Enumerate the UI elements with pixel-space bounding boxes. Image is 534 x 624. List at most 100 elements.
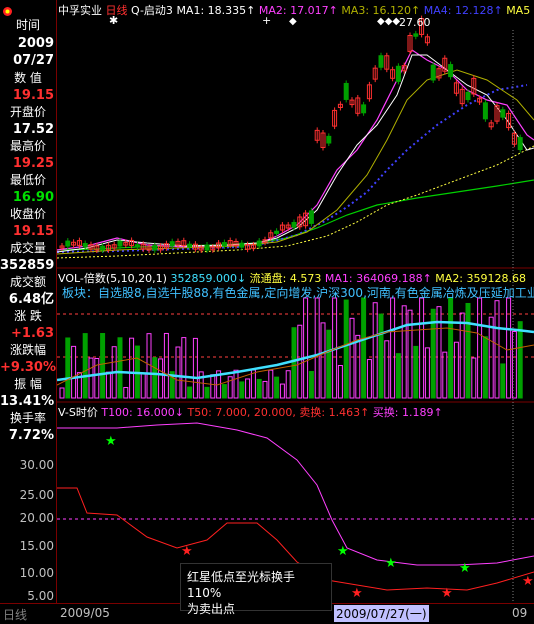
change-label: 涨 跌 — [14, 309, 42, 323]
volume-bar — [424, 347, 430, 399]
vol-indicator-name[interactable]: VOL-倍数(5,10,20,1) — [58, 272, 167, 285]
candle — [204, 244, 210, 251]
period-tab[interactable]: 日线 — [3, 606, 27, 623]
vs-indicator-name[interactable]: V-S时价 — [58, 406, 98, 419]
sector-board-text: 板块：自选股8,自选牛股88,有色金属,定向增发,沪深300,河南,有色金属冶炼… — [62, 286, 534, 300]
volume-bar — [198, 371, 204, 399]
volume-bar — [117, 337, 123, 399]
candle — [169, 241, 175, 247]
green-star-icon: ★ — [459, 561, 471, 576]
stock-name: 中孚实业 — [58, 4, 102, 17]
tooltip-line2: 为卖出点 — [187, 602, 236, 616]
axis-date-left: 2009/05 — [60, 606, 110, 620]
volume-bar — [285, 370, 291, 399]
red-star-icon: ★ — [522, 574, 534, 589]
volume-bar — [187, 386, 193, 399]
lotus-logo-icon[interactable] — [2, 2, 13, 16]
quote-info-panel: 时间 2009 07/27 数 值 19.15 开盘价 17.52 最高价 19… — [0, 0, 57, 447]
chart-canvas[interactable]: ✱ + ◆ ◆◆◆ 27.60 ★ ★ ★ ★ ★ ★ ★ ★ — [57, 0, 534, 603]
red-star-icon: ★ — [441, 586, 453, 601]
volume-bar — [448, 297, 454, 399]
red-star-icon: ★ — [181, 544, 193, 559]
volume-bar — [152, 357, 158, 399]
vol-ma2: MA2: 359128.68 — [435, 272, 526, 285]
turnover-value: 7.72% — [8, 428, 54, 443]
volume-bar — [349, 317, 355, 399]
volume-bar — [384, 340, 390, 399]
candle — [100, 245, 106, 251]
green-star-icon: ★ — [105, 434, 117, 449]
volume-bar — [511, 331, 517, 399]
vol-value: 352859.000↓ — [170, 272, 247, 285]
volume-value: 352859 — [0, 258, 55, 273]
volume-bar — [279, 383, 285, 399]
candle — [291, 221, 297, 228]
volume-bar — [488, 316, 494, 399]
candle — [308, 210, 314, 224]
volume-bar — [506, 297, 512, 399]
amplitude-value: 13.41% — [0, 394, 55, 409]
candle — [187, 243, 193, 248]
vs-tick: 20.00 — [19, 511, 54, 525]
volume-bar — [175, 346, 181, 399]
volume-bar — [355, 334, 361, 399]
t20-value: 20.000, — [253, 406, 296, 419]
period-label[interactable]: 日线 — [106, 4, 128, 17]
time-label: 时间 — [15, 18, 40, 32]
high-value: 19.25 — [12, 156, 54, 171]
peak-price-label: 27.60 — [399, 16, 431, 29]
candle — [82, 243, 88, 248]
candle — [395, 65, 401, 82]
ma1-value: MA1: 18.335↑ — [176, 4, 256, 17]
open-label: 开盘价 — [9, 105, 46, 119]
pct-value: +9.30% — [0, 360, 56, 375]
ma3-value: MA3: 16.120↑ — [341, 4, 421, 17]
t50-value: T50: 7.000, — [187, 406, 251, 419]
volume-bar — [401, 305, 407, 399]
volume-bar — [262, 380, 268, 399]
candle — [517, 137, 523, 151]
volume-bar — [245, 378, 251, 399]
volume-bar — [372, 302, 378, 399]
vs-tick: 30.00 — [19, 458, 54, 472]
candle — [343, 82, 349, 100]
volume-bar — [308, 371, 314, 399]
volume-bar — [436, 306, 442, 399]
vs-tick: 15.00 — [19, 539, 54, 553]
candle — [361, 104, 367, 114]
t100-line — [57, 422, 534, 566]
vs-tick: 25.00 — [19, 488, 54, 502]
volume-bar — [291, 327, 297, 399]
volume-bar — [71, 345, 77, 399]
volume-label: 成交量 — [9, 241, 46, 255]
volume-bar — [442, 351, 448, 399]
volume-bar — [343, 299, 349, 399]
volume-bar — [453, 341, 459, 399]
buy-turnover: 买换: 1.189↑ — [372, 406, 443, 419]
volume-bar — [105, 371, 111, 399]
volume-bar — [494, 300, 500, 399]
volume-bar — [471, 357, 477, 399]
volume-bar — [500, 363, 506, 399]
volume-bar — [181, 337, 187, 399]
volume-bar — [465, 302, 471, 399]
ma4-value: MA4: 12.128↑ — [423, 4, 503, 17]
volume-bar — [204, 386, 210, 399]
volume-bar — [482, 336, 488, 399]
ma5-line — [57, 179, 534, 251]
candle — [500, 109, 506, 118]
candle — [65, 240, 71, 247]
formula-name[interactable]: Q-启动3 — [131, 4, 173, 17]
peak-marker: ◆◆◆ — [377, 16, 400, 27]
candle — [134, 244, 140, 248]
volume-bar — [395, 353, 401, 399]
candle — [326, 135, 332, 144]
green-star-icon: ★ — [385, 556, 397, 571]
volume-bar — [233, 369, 239, 399]
volume-bar — [221, 384, 227, 399]
volume-bar — [361, 297, 367, 399]
volume-bar — [88, 357, 94, 399]
vol-ma1: MA1: 364069.188↑ — [324, 272, 432, 285]
change-value: +1.63 — [11, 326, 54, 341]
volume-bar — [274, 376, 280, 399]
